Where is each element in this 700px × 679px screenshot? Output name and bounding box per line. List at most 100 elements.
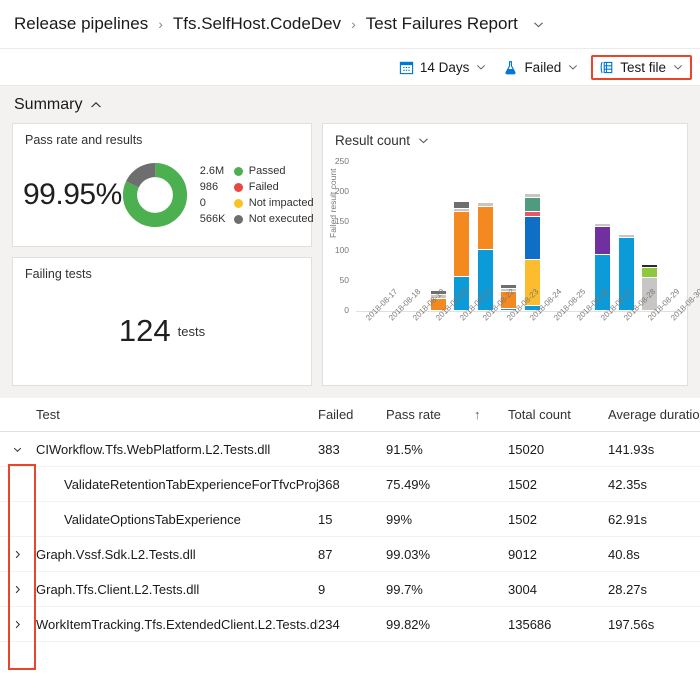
test-failures-report-page: Release pipelines › Tfs.SelfHost.CodeDev… [0, 0, 700, 679]
pass-rate-card-body: 99.95% 2.6M Passed 986 Failed 0 Not impa… [13, 147, 314, 243]
cell-failed-count: 15 [318, 511, 333, 527]
column-header-average-duration[interactable]: Average duration [608, 407, 700, 422]
chevron-up-icon[interactable] [89, 98, 103, 112]
group-by-label: Test file [620, 59, 666, 75]
cell-failed-count: 9 [318, 581, 326, 597]
cell-test-name: ValidateOptionsTabExperience [64, 511, 241, 527]
column-header-test[interactable]: Test [34, 407, 318, 422]
table-header-row: Test Failed Pass rate ↑ Total count Aver… [0, 398, 700, 432]
cell-test-name: ValidateRetentionTabExperienceForTfvcPro… [64, 476, 318, 492]
pass-rate-card: Pass rate and results 99.95% 2.6M Passed… [12, 123, 314, 247]
legend-color-dot [233, 214, 243, 224]
legend-label: Passed [248, 164, 286, 177]
chevron-down-icon [567, 61, 579, 73]
cell-failed-count: 234 [318, 616, 340, 632]
cell-total-count: 1502 [508, 476, 537, 492]
bar-segment [524, 217, 540, 261]
table-row[interactable]: ValidateOptionsTabExperience 15 99% 1502 62.… [0, 502, 700, 537]
table-row[interactable]: ValidateRetentionTabExperienceForTfvcPro… [0, 467, 700, 502]
summary-title-label: Summary [14, 96, 83, 113]
cell-pass-rate: 99.7% [386, 581, 423, 597]
cell-average-duration: 28.27s [608, 581, 648, 597]
legend-color-dot [233, 182, 243, 192]
cell-failed-count: 87 [318, 546, 333, 562]
y-axis-tick: 50 [339, 275, 349, 286]
bar-segment [477, 206, 493, 251]
cell-failed-count: 368 [318, 476, 340, 492]
legend-label: Not impacted [248, 196, 314, 209]
legend-label: Not executed [248, 212, 314, 225]
breadcrumb-item-report[interactable]: Test Failures Report [366, 14, 518, 34]
result-count-header[interactable]: Result count [323, 124, 687, 148]
chevron-down-icon [475, 61, 487, 73]
cell-average-duration: 62.91s [608, 511, 648, 527]
summary-header[interactable]: Summary [12, 94, 688, 123]
bar-segment [642, 268, 658, 278]
failing-tests-card: Failing tests 124 tests [12, 257, 312, 386]
bar-segment [524, 197, 540, 212]
table-row[interactable]: Graph.Tfs.Client.L2.Tests.dll 9 99.7% 3004 2… [0, 572, 700, 607]
y-axis-tick: 200 [334, 185, 349, 196]
result-count-chart-card: Result count Failed result count 0 50 100 1… [322, 123, 700, 386]
row-expand-toggle[interactable] [0, 549, 34, 560]
legend-value: 986 [199, 180, 219, 193]
summary-cards: Pass rate and results 99.95% 2.6M Passed… [12, 123, 700, 386]
cell-average-duration: 141.93s [608, 441, 655, 457]
row-collapse-toggle[interactable] [0, 444, 34, 455]
legend-color-dot [233, 166, 243, 176]
legend-color-dot [233, 198, 243, 208]
cell-pass-rate: 91.5% [386, 441, 423, 457]
row-expand-toggle[interactable] [0, 584, 34, 595]
chevron-down-icon[interactable] [532, 18, 545, 31]
chevron-down-icon[interactable] [417, 134, 430, 147]
y-axis-tick: 100 [334, 245, 349, 256]
cell-total-count: 1502 [508, 511, 537, 527]
table-row[interactable]: Graph.Vssf.Sdk.L2.Tests.dll 87 99.03% 9012 4… [0, 537, 700, 572]
breadcrumb-item-pipeline[interactable]: Tfs.SelfHost.CodeDev [173, 14, 341, 34]
breadcrumb-item-release-pipelines[interactable]: Release pipelines [14, 14, 148, 34]
y-axis-tick: 150 [334, 215, 349, 226]
summary-left-column: Pass rate and results 99.95% 2.6M Passed… [12, 123, 314, 386]
outcome-label: Failed [524, 59, 562, 75]
cell-test-name: Graph.Tfs.Client.L2.Tests.dll [36, 581, 200, 597]
cell-pass-rate: 99% [386, 511, 413, 527]
column-header-pass-rate[interactable]: Pass rate [386, 407, 474, 422]
test-results-table: Test Failed Pass rate ↑ Total count Aver… [0, 398, 700, 642]
group-by-filter[interactable]: Test file [591, 54, 692, 80]
summary-section: Summary Pass rate and results 99.95% 2.6… [0, 86, 700, 398]
table-row[interactable]: CIWorkflow.Tfs.WebPlatform.L2.Tests.dll 3… [0, 432, 700, 467]
pass-rate-donut-chart [122, 162, 188, 228]
failing-tests-card-body: 124 tests [13, 281, 311, 381]
legend-item: 2.6M Passed [200, 165, 314, 178]
y-axis-label: Failed result count [328, 168, 338, 238]
row-expand-toggle[interactable] [0, 619, 34, 630]
outcome-filter[interactable]: Failed [495, 57, 587, 78]
table-row[interactable]: WorkItemTracking.Tfs.ExtendedClient.L2.T… [0, 607, 700, 642]
y-axis-tick: 0 [344, 305, 349, 315]
cell-total-count: 135686 [508, 616, 552, 632]
calendar-icon [399, 60, 414, 75]
cell-test-name: CIWorkflow.Tfs.WebPlatform.L2.Tests.dll [36, 441, 271, 457]
legend-value: 2.6M [199, 164, 225, 177]
breadcrumb: Release pipelines › Tfs.SelfHost.CodeDev… [0, 0, 700, 48]
cell-average-duration: 40.8s [608, 546, 640, 562]
legend-item: 986 Failed [200, 181, 314, 194]
column-header-failed[interactable]: Failed [318, 407, 386, 422]
chevron-down-icon [672, 61, 684, 73]
cell-test-name: Graph.Vssf.Sdk.L2.Tests.dll [36, 546, 196, 562]
cell-total-count: 3004 [508, 581, 537, 597]
pass-rate-legend: 2.6M Passed 986 Failed 0 Not impacted 56… [200, 165, 314, 226]
date-range-label: 14 Days [419, 59, 470, 75]
cell-total-count: 15020 [508, 441, 545, 457]
breadcrumb-separator-icon: › [351, 16, 356, 32]
column-header-total-count[interactable]: Total count [508, 407, 608, 422]
date-range-filter[interactable]: 14 Days [391, 57, 496, 78]
cell-total-count: 9012 [508, 546, 537, 562]
cell-average-duration: 197.56s [608, 616, 655, 632]
cell-pass-rate: 99.03% [386, 546, 431, 562]
legend-item: 566K Not executed [200, 213, 314, 226]
legend-value: 566K [199, 212, 226, 225]
cell-pass-rate: 99.82% [386, 616, 431, 632]
sort-ascending-icon[interactable]: ↑ [474, 407, 508, 422]
pass-rate-value: 99.95% [23, 178, 122, 211]
